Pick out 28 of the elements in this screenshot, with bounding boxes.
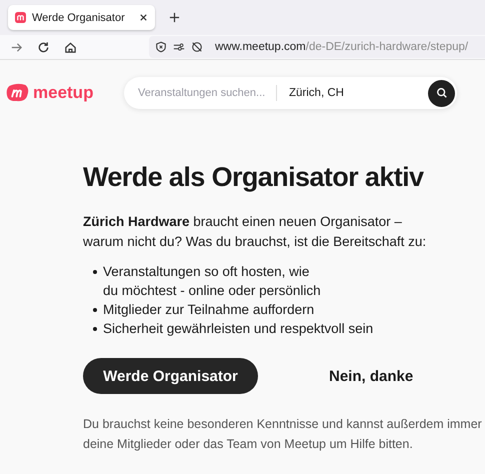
address-bar[interactable]: www.meetup.com/de-DE/zurich-hardware/stepup/ <box>149 36 485 58</box>
bullet-icon <box>93 327 97 331</box>
become-organizer-button[interactable]: Werde Organisator <box>83 358 258 394</box>
decline-button[interactable]: Nein, danke <box>329 368 414 384</box>
page-title: Werde als Organisator aktiv <box>83 162 425 193</box>
search-field[interactable]: Veranstaltungen suchen... <box>138 87 270 99</box>
bullet-text: Veranstaltungen so oft hosten, wie du möchtest - online oder persönlich <box>103 263 321 300</box>
tracking-off-icon[interactable] <box>191 41 203 53</box>
home-icon[interactable] <box>64 40 77 54</box>
logo-icon[interactable] <box>6 83 29 103</box>
reload-icon[interactable] <box>37 40 50 54</box>
footnote-text: Du brauchst keine besonderen Kenntnisse und kannst außerdem immer deine Mitglieder oder das Team von Meetup um Hilfe bitten. <box>83 416 483 453</box>
intro-text: Zürich Hardware braucht einen neuen Organisator – warum nicht du? Was du brauchst, ist die Bereitschaft zu: <box>83 213 428 251</box>
bullet-text: Sicherheit gewährleisten und respektvoll sein <box>103 320 374 338</box>
favicon-icon <box>15 12 26 23</box>
bullet-icon <box>93 308 97 312</box>
close-icon[interactable] <box>139 13 148 22</box>
search-button[interactable] <box>428 80 455 106</box>
bullet-icon <box>93 270 97 274</box>
shield-icon[interactable] <box>155 41 167 53</box>
new-tab-icon[interactable] <box>169 12 180 23</box>
location-field[interactable]: Zürich, CH <box>289 87 428 99</box>
search-icon <box>436 87 448 99</box>
bullet-text: Mitglieder zur Teilnahme auffordern <box>103 301 314 319</box>
forward-icon[interactable] <box>10 40 23 54</box>
url-text: www.meetup.com/de-DE/zurich-hardware/stepup/ <box>215 41 468 53</box>
permissions-icon[interactable] <box>173 41 185 53</box>
browser-tab[interactable]: Werde Organisator <box>8 5 155 30</box>
